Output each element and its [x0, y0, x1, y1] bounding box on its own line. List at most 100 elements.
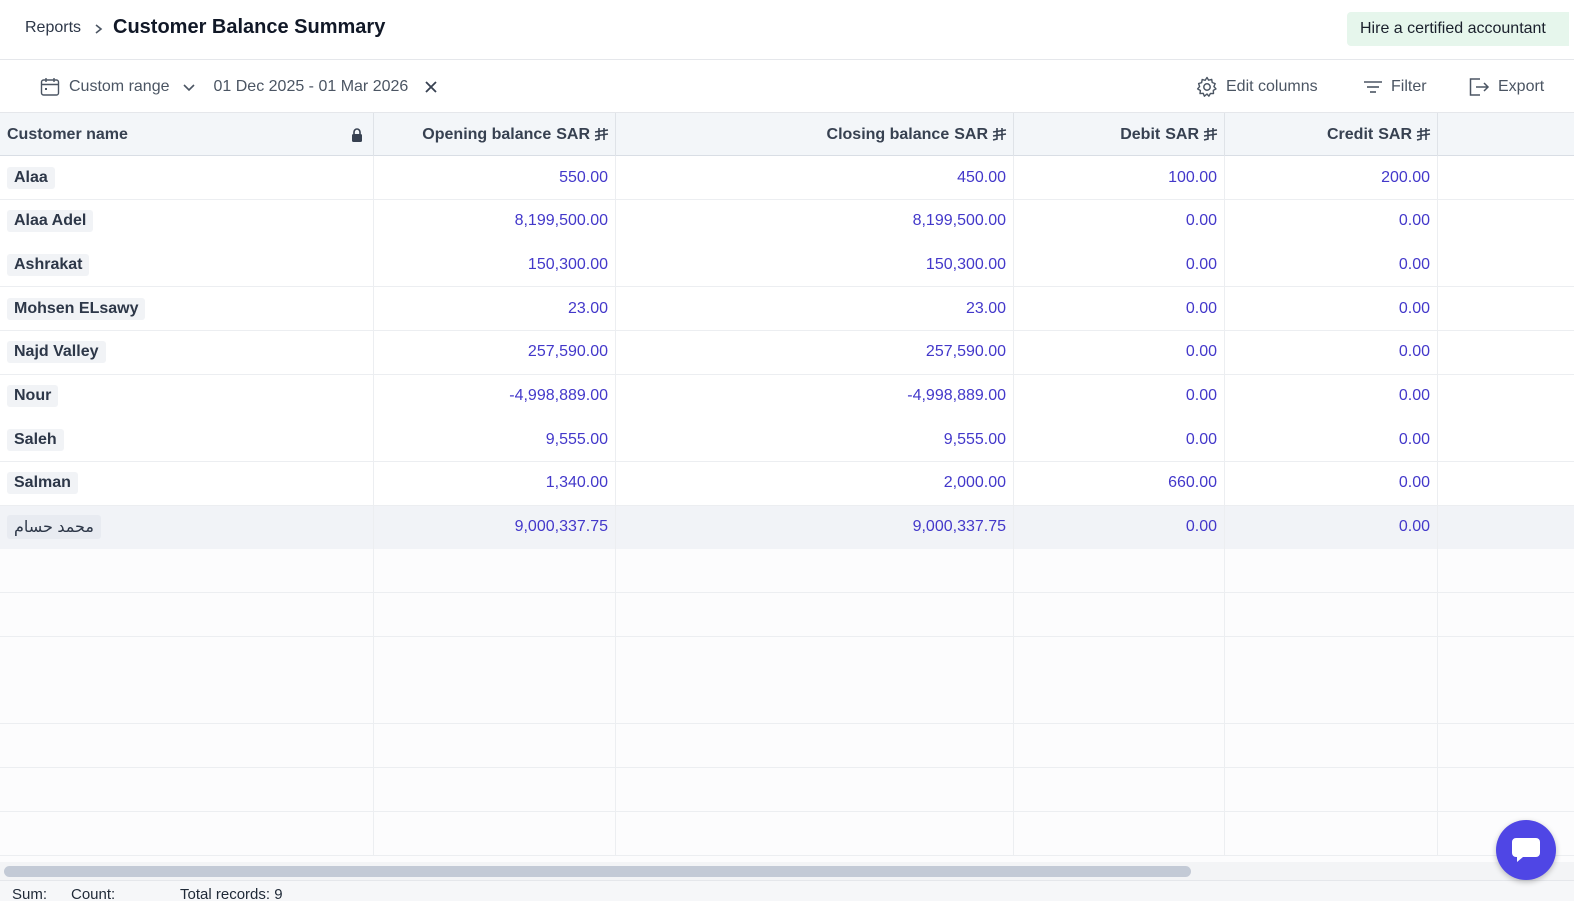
cell-name: [0, 636, 374, 680]
credit-value[interactable]: 0.00: [1399, 518, 1430, 536]
hire-accountant-button[interactable]: Hire a certified accountant: [1347, 12, 1569, 46]
opening-value[interactable]: 150,300.00: [528, 256, 608, 274]
debit-value[interactable]: 0.00: [1186, 343, 1217, 361]
cell-extra: [1438, 637, 1574, 680]
empty-table-row: [0, 680, 1574, 725]
customer-name-link[interactable]: Salman: [7, 472, 78, 495]
customer-name-link[interactable]: Alaa: [7, 166, 55, 189]
export-label: Export: [1498, 77, 1545, 95]
chat-support-button[interactable]: [1496, 820, 1556, 880]
cell-extra: [1438, 768, 1574, 811]
customer-name-link[interactable]: Mohsen ELsawy: [7, 297, 146, 320]
cell-credit: 0.00: [1225, 243, 1438, 287]
debit-value[interactable]: 0.00: [1186, 212, 1217, 230]
table-row[interactable]: محمد حسام 9,000,337.75 9,000,337.75 0.00 0.0…: [0, 505, 1574, 550]
column-header-closing-balance[interactable]: Closing balance SAR: [616, 113, 1014, 156]
credit-value[interactable]: 200.00: [1381, 169, 1430, 187]
cell-name: Saleh: [0, 418, 374, 462]
closing-value[interactable]: 257,590.00: [926, 343, 1006, 361]
opening-value[interactable]: 9,555.00: [546, 431, 608, 449]
opening-value[interactable]: 550.00: [559, 169, 608, 187]
cell-name: Mohsen ELsawy: [0, 287, 374, 331]
credit-value[interactable]: 0.00: [1399, 300, 1430, 318]
cell-debit: 660.00: [1014, 461, 1225, 505]
debit-value[interactable]: 0.00: [1186, 300, 1217, 318]
scrollbar-thumb[interactable]: [4, 866, 1191, 877]
debit-value[interactable]: 660.00: [1168, 474, 1217, 492]
cell-credit: 0.00: [1225, 418, 1438, 462]
debit-value[interactable]: 100.00: [1168, 169, 1217, 187]
table-row[interactable]: Saleh 9,555.00 9,555.00 0.00 0.00: [0, 418, 1574, 463]
credit-value[interactable]: 0.00: [1399, 256, 1430, 274]
cell-extra: [1438, 462, 1574, 505]
customer-name-link[interactable]: محمد حسام: [7, 515, 101, 540]
credit-value[interactable]: 0.00: [1399, 431, 1430, 449]
debit-value[interactable]: 0.00: [1186, 431, 1217, 449]
debit-value[interactable]: 0.00: [1186, 256, 1217, 274]
opening-value[interactable]: 1,340.00: [546, 474, 608, 492]
cell-debit: [1014, 724, 1225, 768]
closing-value[interactable]: -4,998,889.00: [907, 387, 1006, 405]
table-row[interactable]: Alaa 550.00 450.00 100.00 200.00: [0, 156, 1574, 200]
customer-name-link[interactable]: Najd Valley: [7, 341, 106, 364]
debit-value[interactable]: 0.00: [1186, 387, 1217, 405]
credit-value[interactable]: 0.00: [1399, 343, 1430, 361]
cell-closing: 9,000,337.75: [616, 505, 1014, 549]
debit-value[interactable]: 0.00: [1186, 518, 1217, 536]
closing-value[interactable]: 9,000,337.75: [913, 518, 1006, 536]
cell-debit: 0.00: [1014, 418, 1225, 462]
cell-closing: 150,300.00: [616, 243, 1014, 287]
credit-value[interactable]: 0.00: [1399, 212, 1430, 230]
table-row[interactable]: Alaa Adel 8,199,500.00 8,199,500.00 0.00 0.0…: [0, 199, 1574, 244]
credit-value[interactable]: 0.00: [1399, 387, 1430, 405]
export-button[interactable]: Export: [1468, 60, 1544, 113]
cell-opening: 9,000,337.75: [374, 505, 616, 549]
table-row[interactable]: Ashrakat 150,300.00 150,300.00 0.00 0.00: [0, 243, 1574, 288]
chevron-right-icon: [95, 24, 103, 34]
cell-opening: 257,590.00: [374, 330, 616, 374]
closing-value[interactable]: 2,000.00: [944, 474, 1006, 492]
opening-value[interactable]: 23.00: [568, 300, 608, 318]
opening-value[interactable]: 257,590.00: [528, 343, 608, 361]
customer-name-link[interactable]: Saleh: [7, 428, 64, 451]
column-header-debit[interactable]: Debit SAR: [1014, 113, 1225, 156]
filter-button[interactable]: Filter: [1363, 60, 1427, 113]
customer-name-link[interactable]: Ashrakat: [7, 253, 90, 276]
column-header-opening-balance[interactable]: Opening balance SAR: [374, 113, 616, 156]
column-header-customer-name[interactable]: Customer name: [0, 113, 374, 156]
closing-value[interactable]: 9,555.00: [944, 431, 1006, 449]
cell-extra: [1438, 418, 1574, 461]
column-header-credit[interactable]: Credit SAR: [1225, 113, 1438, 156]
opening-value[interactable]: 8,199,500.00: [515, 212, 608, 230]
breadcrumb-reports-link[interactable]: Reports: [25, 19, 81, 37]
edit-columns-button[interactable]: Edit columns: [1196, 60, 1318, 113]
closing-value[interactable]: 150,300.00: [926, 256, 1006, 274]
table-row[interactable]: Mohsen ELsawy 23.00 23.00 0.00 0.00: [0, 287, 1574, 332]
opening-value[interactable]: 9,000,337.75: [515, 518, 608, 536]
customer-name-link[interactable]: Alaa Adel: [7, 210, 94, 233]
cell-debit: [1014, 636, 1225, 680]
top-bar: Reports Customer Balance Summary Hire a …: [0, 0, 1574, 60]
date-range-selector[interactable]: Custom range 01 Dec 2025 - 01 Mar 2026: [40, 60, 408, 113]
table-row[interactable]: Salman 1,340.00 2,000.00 660.00 0.00: [0, 461, 1574, 506]
credit-value[interactable]: 0.00: [1399, 474, 1430, 492]
cell-closing: 450.00: [616, 156, 1014, 199]
table-header: Customer name Opening balance SAR Closin…: [0, 113, 1574, 156]
cell-name: [0, 767, 374, 811]
table-row[interactable]: Najd Valley 257,590.00 257,590.00 0.00 0.00: [0, 330, 1574, 375]
lock-icon: [352, 128, 362, 142]
cell-credit: [1225, 680, 1438, 724]
horizontal-scrollbar[interactable]: [0, 862, 1574, 880]
customer-name-link[interactable]: Nour: [7, 385, 59, 407]
closing-value[interactable]: 8,199,500.00: [913, 212, 1006, 230]
empty-table-row: [0, 724, 1574, 769]
cell-debit: [1014, 593, 1225, 636]
closing-value[interactable]: 23.00: [966, 300, 1006, 318]
opening-value[interactable]: -4,998,889.00: [509, 387, 608, 405]
cell-opening: 9,555.00: [374, 418, 616, 462]
table-row[interactable]: Nour -4,998,889.00 -4,998,889.00 0.00 0.00: [0, 374, 1574, 419]
chevron-down-icon: [182, 83, 195, 91]
closing-value[interactable]: 450.00: [957, 169, 1006, 187]
clear-date-range-button[interactable]: [423, 60, 439, 113]
cell-credit: 0.00: [1225, 287, 1438, 331]
